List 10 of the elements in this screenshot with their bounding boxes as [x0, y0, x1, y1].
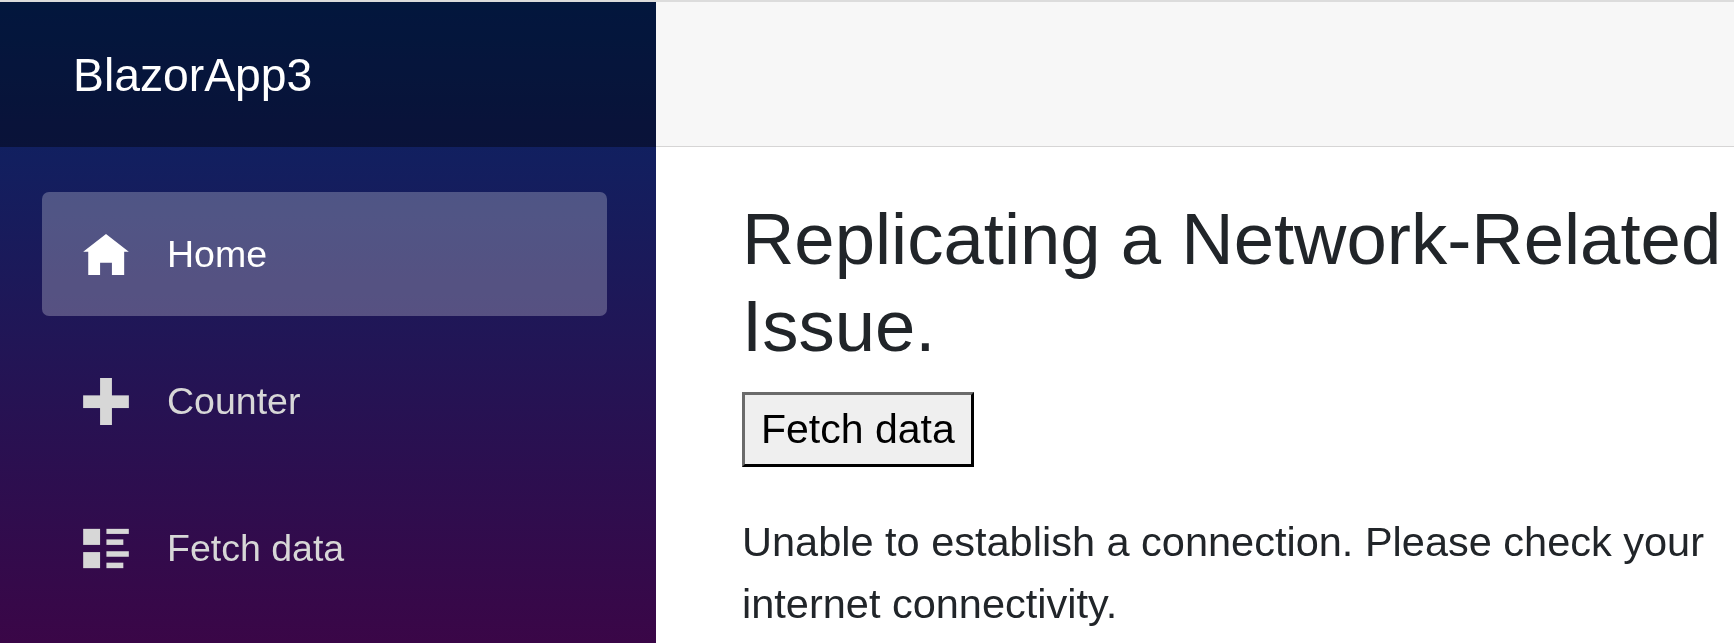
app-brand[interactable]: BlazorApp3: [73, 46, 313, 103]
list-icon: [83, 527, 129, 569]
fetch-data-button[interactable]: Fetch data: [742, 392, 974, 467]
nav-link[interactable]: Fetch data: [42, 486, 607, 610]
home-icon: [83, 233, 129, 275]
nav-link[interactable]: Counter: [42, 339, 607, 463]
nav-link[interactable]: Home: [42, 192, 607, 316]
plus-icon: [83, 377, 129, 425]
error-message: Unable to establish a connection. Please check your internet connectivity.: [742, 517, 1705, 629]
page-heading: Replicating a Network-Related Issue.: [742, 197, 1723, 368]
